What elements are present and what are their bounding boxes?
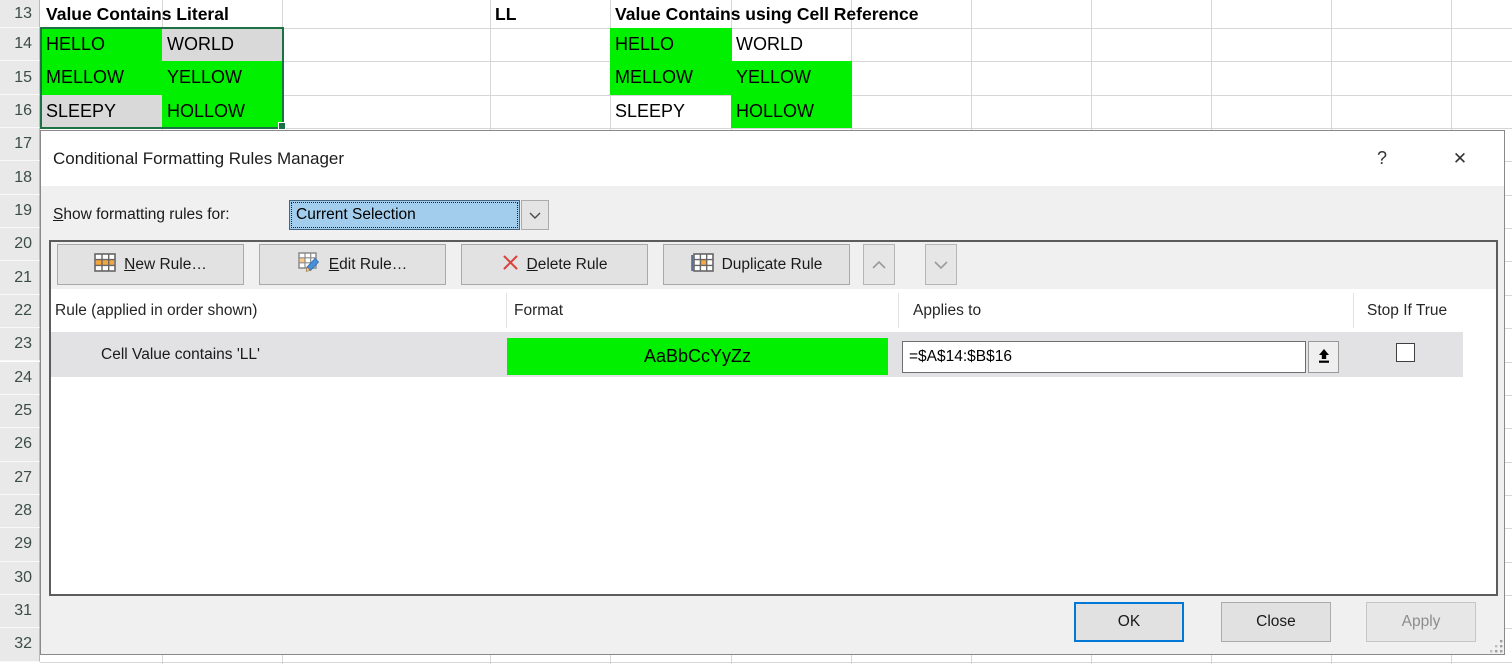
move-rule-down-button[interactable] bbox=[925, 244, 957, 285]
cf-rules-manager-dialog: Conditional Formatting Rules Manager ? ✕… bbox=[40, 130, 1505, 655]
rule-row-selected[interactable]: Cell Value contains 'LL' AaBbCcYyZz bbox=[51, 332, 1463, 377]
cell-E14[interactable]: HELLO bbox=[610, 28, 732, 61]
cell-E16[interactable]: SLEEPY bbox=[610, 95, 731, 128]
row-header-14[interactable]: 14 bbox=[0, 28, 40, 61]
cell-D13[interactable]: LL bbox=[490, 0, 610, 28]
row-header-13[interactable]: 13 bbox=[0, 0, 40, 28]
row-header-22[interactable]: 22 bbox=[0, 295, 40, 328]
apply-button[interactable]: Apply bbox=[1366, 602, 1476, 642]
rules-list-control: New Rule… bbox=[49, 240, 1498, 596]
column-divider bbox=[506, 293, 507, 328]
stop-if-true-checkbox[interactable] bbox=[1396, 343, 1415, 362]
cell-F16[interactable]: HOLLOW bbox=[731, 95, 852, 128]
chevron-down-icon bbox=[934, 256, 948, 274]
table-grid-icon bbox=[94, 253, 116, 277]
cell-F15[interactable]: YELLOW bbox=[731, 61, 852, 94]
row-header-29[interactable]: 29 bbox=[0, 528, 40, 561]
fill-handle[interactable] bbox=[278, 122, 286, 130]
row-header-17[interactable]: 17 bbox=[0, 128, 40, 161]
column-header-stop-if-true: Stop If True bbox=[1367, 289, 1447, 332]
column-header-rule: Rule (applied in order shown) bbox=[55, 289, 257, 332]
row-header-25[interactable]: 25 bbox=[0, 395, 40, 428]
help-icon[interactable]: ? bbox=[1372, 131, 1392, 186]
new-rule-label: New Rule… bbox=[124, 256, 207, 274]
close-icon[interactable]: ✕ bbox=[1448, 131, 1472, 186]
gridline bbox=[40, 662, 1512, 663]
red-x-icon bbox=[502, 254, 519, 276]
rules-toolbar: New Rule… bbox=[51, 242, 1496, 289]
ok-button[interactable]: OK bbox=[1074, 602, 1184, 642]
row-header-30[interactable]: 30 bbox=[0, 562, 40, 595]
delete-rule-label: Delete Rule bbox=[527, 256, 608, 274]
rule-description: Cell Value contains 'LL' bbox=[101, 332, 260, 377]
column-header-format: Format bbox=[514, 289, 563, 332]
row-header-18[interactable]: 18 bbox=[0, 161, 40, 194]
move-rule-up-button[interactable] bbox=[863, 244, 895, 285]
row-header-28[interactable]: 28 bbox=[0, 495, 40, 528]
row-header-26[interactable]: 26 bbox=[0, 428, 40, 461]
edit-rule-label: Edit Rule… bbox=[329, 256, 407, 274]
row-header-16[interactable]: 16 bbox=[0, 95, 40, 128]
new-rule-button[interactable]: New Rule… bbox=[57, 244, 244, 285]
column-divider bbox=[898, 293, 899, 328]
resize-grip[interactable] bbox=[1489, 639, 1503, 653]
row-header-15[interactable]: 15 bbox=[0, 61, 40, 94]
collapse-dialog-icon bbox=[1316, 348, 1332, 367]
show-formatting-rules-label: Show formatting rules for: bbox=[53, 200, 230, 230]
table-pencil-icon bbox=[298, 252, 321, 277]
duplicate-rule-label: Duplicate Rule bbox=[722, 256, 823, 274]
collapse-dialog-button[interactable] bbox=[1308, 341, 1339, 373]
rules-list-header: Rule (applied in order shown) Format App… bbox=[51, 289, 1496, 332]
scope-dropdown-value[interactable]: Current Selection bbox=[289, 200, 520, 230]
chevron-up-icon bbox=[872, 256, 886, 274]
cell-F14[interactable]: WORLD bbox=[731, 28, 851, 61]
row-header-27[interactable]: 27 bbox=[0, 462, 40, 495]
row-header-24[interactable]: 24 bbox=[0, 362, 40, 395]
excel-screen: 1314151617181920212223242526272829303132… bbox=[0, 0, 1512, 664]
applies-to-input[interactable] bbox=[902, 341, 1306, 373]
edit-rule-button[interactable]: Edit Rule… bbox=[259, 244, 446, 285]
row-header-32[interactable]: 32 bbox=[0, 628, 40, 661]
row-header-21[interactable]: 21 bbox=[0, 261, 40, 294]
column-header-applies-to: Applies to bbox=[913, 289, 981, 332]
selection-border bbox=[40, 27, 284, 129]
cell-E15[interactable]: MELLOW bbox=[610, 61, 732, 94]
row-header-31[interactable]: 31 bbox=[0, 595, 40, 628]
cell-A13[interactable]: Value Contains Literal bbox=[41, 0, 162, 28]
row-header-23[interactable]: 23 bbox=[0, 328, 40, 361]
row-header-19[interactable]: 19 bbox=[0, 195, 40, 228]
dialog-title: Conditional Formatting Rules Manager bbox=[53, 131, 344, 186]
cell-E13[interactable]: Value Contains using Cell Reference bbox=[610, 0, 731, 28]
table-grid-icon bbox=[691, 253, 714, 277]
delete-rule-button[interactable]: Delete Rule bbox=[461, 244, 648, 285]
close-button[interactable]: Close bbox=[1221, 602, 1331, 642]
duplicate-rule-button[interactable]: Duplicate Rule bbox=[663, 244, 850, 285]
row-header-20[interactable]: 20 bbox=[0, 228, 40, 261]
scope-dropdown[interactable]: Current Selection bbox=[289, 200, 549, 230]
dialog-titlebar[interactable]: Conditional Formatting Rules Manager ? ✕ bbox=[41, 131, 1504, 186]
format-preview-swatch: AaBbCcYyZz bbox=[507, 338, 888, 375]
chevron-down-icon[interactable] bbox=[521, 200, 549, 230]
column-divider bbox=[1353, 293, 1354, 328]
